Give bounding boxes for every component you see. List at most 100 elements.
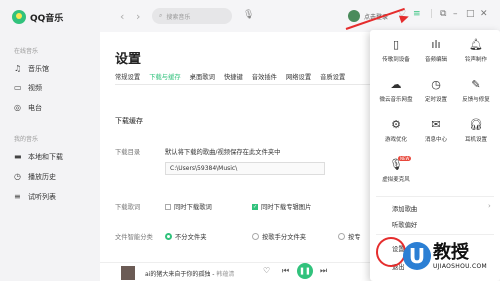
radio-selected-icon	[165, 233, 172, 240]
radio-unselected-icon	[338, 233, 345, 240]
radio-no-folder[interactable]: 不分文件夹	[165, 232, 206, 241]
menu-item-label: 微云音乐网盘	[379, 97, 413, 103]
app-logo: QQ音乐	[12, 10, 63, 24]
menu-item-label: 传歌到设备	[382, 57, 410, 63]
cloud-icon: ☁	[390, 78, 402, 91]
sidebar-item-trial-list[interactable]: ≡ 试听列表	[14, 192, 56, 202]
menu-item-ringtone[interactable]: 🔔︎ 铃声制作	[456, 38, 496, 72]
sidebar-item-label: 本地和下载	[28, 153, 63, 161]
menu-item-label: 虚拟麦克风	[382, 177, 410, 183]
feedback-icon: ✎	[471, 78, 481, 91]
watermark: U 教授 UJIAOSHOU.COM	[403, 233, 498, 279]
sidebar-item-music-hall[interactable]: ♫ 音乐馆	[14, 64, 49, 74]
sidebar-item-video[interactable]: ▭ 视频	[14, 83, 42, 93]
sidebar-item-label: 播放历史	[28, 173, 56, 181]
radio-label: 不分文件夹	[175, 234, 207, 241]
menu-item-transfer[interactable]: ▯ 传歌到设备	[376, 38, 416, 72]
sidebar-item-label: 视频	[28, 84, 42, 92]
pause-icon: ❚❚	[299, 267, 311, 275]
menu-item-messages[interactable]: ✉ 消息中心	[416, 118, 456, 152]
maximize-icon[interactable]: □	[466, 9, 475, 19]
sidebar: QQ音乐 在线音乐 ♫ 音乐馆 ▭ 视频 ◎ 电台 我的音乐 ▬ 本地和下载 ◷…	[0, 0, 100, 281]
app-name: QQ音乐	[30, 13, 64, 24]
watermark-title: 教授	[433, 241, 469, 263]
checkbox-label: 同时下载专辑图片	[261, 204, 312, 211]
playlist-icon: ≡	[14, 192, 21, 201]
menu-item-label: 消息中心	[424, 137, 447, 143]
checkbox-checked-icon: ✓	[252, 203, 258, 210]
download-dir-field[interactable]: C:\Users\59384\Music\	[165, 162, 325, 175]
checkbox-label: 同时下载歌词	[174, 204, 212, 211]
headphone-icon: 🎧︎	[469, 118, 483, 131]
annotation-circle	[376, 237, 406, 267]
album-cover[interactable]	[121, 266, 135, 280]
previous-icon[interactable]: ⏮	[282, 266, 289, 276]
qq-music-logo-icon	[12, 10, 26, 24]
like-icon[interactable]: ♡	[263, 266, 270, 275]
sidebar-item-label: 电台	[28, 104, 42, 112]
lyrics-checkbox[interactable]: 同时下载歌词	[165, 202, 212, 211]
menu-item-feedback[interactable]: ✎ 反馈与修复	[456, 78, 496, 112]
menu-item-label: 铃声制作	[464, 57, 487, 63]
menu-item-cloud-drive[interactable]: ☁ 微云音乐网盘	[376, 78, 416, 112]
player-bar: ai的猪大来自于你的孤独 - 韩蕴清 ♡ ⏮ ❚❚ ⏭	[100, 262, 380, 281]
download-lyrics-label: 下载歌词	[115, 204, 141, 211]
download-dir-path: C:\Users\59384\Music\	[170, 165, 238, 172]
menu-item-label: 耳机设置	[464, 137, 487, 143]
mini-mode-icon[interactable]: ⧉	[440, 9, 446, 19]
menu-item-headphone[interactable]: 🎧︎ 耳机设置	[456, 118, 496, 152]
tabs-divider	[115, 84, 385, 85]
app-window: QQ音乐 在线音乐 ♫ 音乐馆 ▭ 视频 ◎ 电台 我的音乐 ▬ 本地和下载 ◷…	[0, 0, 500, 281]
sidebar-item-radio[interactable]: ◎ 电台	[14, 103, 42, 113]
avatar[interactable]	[348, 10, 360, 22]
search-icon: ⌕	[159, 12, 163, 19]
song-artist: 韩蕴清	[216, 271, 235, 278]
song-title: ai的猪大来自于你的孤独	[145, 271, 211, 278]
radio-label: 按歌手分文件夹	[262, 234, 307, 241]
history-icon: ◷	[14, 172, 21, 181]
forward-arrow-icon[interactable]: ›	[136, 10, 140, 23]
watermark-logo: U	[403, 242, 431, 270]
back-arrow-icon[interactable]: ‹	[120, 10, 124, 23]
main-menu-icon[interactable]: ≡	[413, 9, 421, 19]
sidebar-item-history[interactable]: ◷ 播放历史	[14, 172, 56, 182]
sidebar-item-label: 试听列表	[28, 193, 56, 201]
checkbox-unchecked	[165, 203, 171, 210]
radio-unselected-icon	[252, 233, 259, 240]
menu-item-label: 反馈与修复	[462, 97, 490, 103]
menu-item-label: 游戏优化	[384, 137, 407, 143]
new-badge: NEW	[398, 156, 412, 161]
close-icon[interactable]: ✕	[480, 9, 488, 19]
now-playing[interactable]: ai的猪大来自于你的孤独 - 韩蕴清	[145, 269, 234, 278]
minimize-icon[interactable]: –	[453, 9, 458, 19]
menu-divider	[376, 196, 494, 197]
download-dir-label: 下载目录	[115, 149, 141, 156]
radio-by-artist[interactable]: 按歌手分文件夹	[252, 232, 306, 241]
voice-search-icon[interactable]: 🎙	[243, 10, 254, 20]
menu-item-virtual-mic[interactable]: NEW 🎙︎ 虚拟麦克风	[376, 156, 416, 192]
top-bar: ‹ › ⌕ 搜索音乐 🎙 点击登录 ♡ ≡ | ⧉ – □ ✕	[100, 0, 500, 32]
radio-label: 按专	[348, 234, 361, 241]
page-title: 设置	[115, 52, 142, 67]
next-icon[interactable]: ⏭	[320, 266, 327, 276]
play-button[interactable]: ❚❚	[297, 263, 313, 279]
audio-edit-icon: ılı	[431, 38, 441, 51]
menu-item-audio-edit[interactable]: ılı 音频编辑	[416, 38, 456, 72]
video-icon: ▭	[14, 83, 22, 92]
search-input[interactable]: ⌕ 搜索音乐	[152, 8, 232, 24]
music-note-icon: ♫	[14, 64, 22, 73]
section-online-music: 在线音乐	[14, 48, 39, 55]
menu-item-timer[interactable]: ◷ 定时设置	[416, 78, 456, 112]
sidebar-item-local-download[interactable]: ▬ 本地和下载	[14, 152, 63, 162]
menu-item-game-optimize[interactable]: ⚙ 游戏优化	[376, 118, 416, 152]
mail-icon: ✉	[431, 118, 441, 131]
menu-item-add-song[interactable]: 添加歌曲	[392, 204, 417, 213]
menu-item-listen-pref[interactable]: 听歌偏好	[392, 220, 417, 229]
menu-item-label: 音频编辑	[424, 57, 447, 63]
section-my-music: 我的音乐	[14, 136, 39, 143]
phone-icon: ▯	[392, 38, 400, 51]
bell-icon: 🔔︎	[469, 38, 483, 51]
album-art-checkbox[interactable]: ✓ 同时下载专辑图片	[252, 202, 311, 211]
radio-by-album[interactable]: 按专	[338, 232, 361, 241]
computer-icon: ▬	[14, 152, 22, 161]
